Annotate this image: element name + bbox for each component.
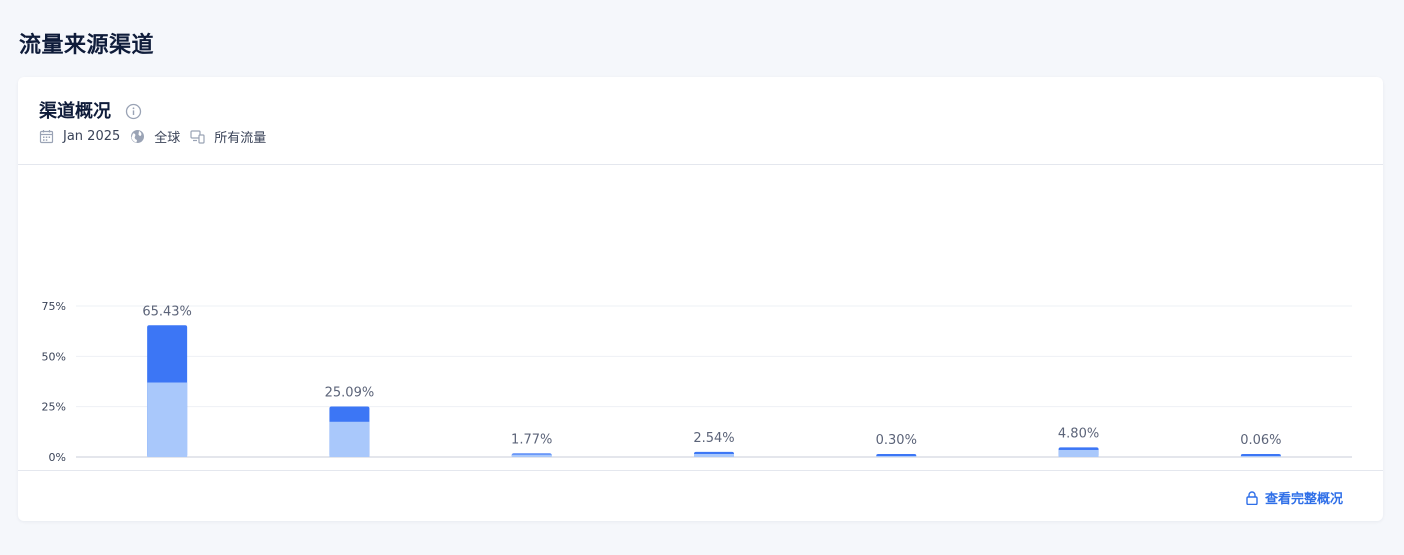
bar-segment-base xyxy=(694,453,734,457)
card-footer: 查看完整概况 xyxy=(18,470,1383,521)
bar-segment-base xyxy=(511,454,552,457)
data-label: 65.43% xyxy=(142,304,192,319)
info-icon[interactable] xyxy=(125,103,142,120)
bar-segment-base xyxy=(1240,456,1281,457)
chart-svg: 0%25%50%75%65.43%直接25.09%有机1.77%付费2.54%外… xyxy=(42,300,1352,464)
bar-segment-base xyxy=(147,382,188,457)
calendar-icon xyxy=(39,129,54,143)
bar-segment-base xyxy=(329,421,370,457)
bar-segment-base xyxy=(1058,449,1099,457)
data-label: 0.06% xyxy=(1240,433,1281,448)
card-title: 渠道概况 xyxy=(39,101,111,122)
data-label: 2.54% xyxy=(693,431,734,446)
data-label: 1.77% xyxy=(511,432,552,447)
card-header: 渠道概况 Jan 2025 全球 所有流量 xyxy=(18,77,1383,165)
card-meta: Jan 2025 全球 所有流量 xyxy=(39,127,276,146)
view-full-overview-label: 查看完整概况 xyxy=(1264,492,1343,507)
data-label: 0.30% xyxy=(876,433,917,448)
globe-icon xyxy=(131,129,145,143)
lock-icon xyxy=(1246,490,1258,505)
devices-icon xyxy=(190,129,205,144)
meta-traffic: 所有流量 xyxy=(214,130,267,146)
y-tick-label: 50% xyxy=(42,350,66,363)
data-label: 25.09% xyxy=(325,385,375,400)
view-full-overview-link[interactable]: 查看完整概况 xyxy=(1246,488,1343,507)
channel-overview-card: 渠道概况 Jan 2025 全球 所有流量 0% 25% 50% 75% 65.… xyxy=(18,77,1383,521)
y-tick-label: 0% xyxy=(49,451,66,464)
meta-region: 全球 xyxy=(154,130,181,146)
page-title: 流量来源渠道 xyxy=(19,33,155,58)
y-tick-label: 25% xyxy=(42,401,66,414)
channel-bar-chart: 0%25%50%75%65.43%直接25.09%有机1.77%付费2.54%外… xyxy=(18,166,1383,470)
bar-segment-base xyxy=(876,456,917,457)
data-label: 4.80% xyxy=(1058,426,1099,441)
y-tick-label: 75% xyxy=(42,300,66,313)
meta-date: Jan 2025 xyxy=(63,128,121,144)
